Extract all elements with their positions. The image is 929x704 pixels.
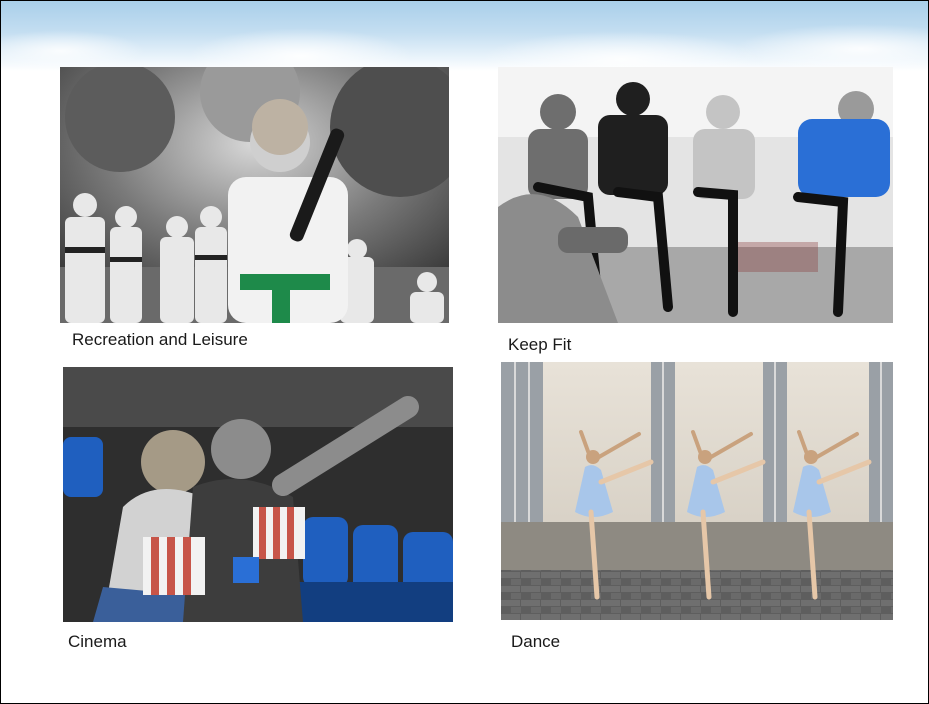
sky-banner	[1, 1, 928, 71]
slide: Recreation and Leisure Keep Fit Cinema D…	[0, 0, 929, 704]
cinema-photo	[63, 367, 453, 622]
caption-cinema: Cinema	[68, 632, 127, 651]
caption-keep-fit: Keep Fit	[508, 335, 572, 354]
keep-fit-photo	[498, 67, 893, 323]
caption-recreation: Recreation and Leisure	[72, 330, 248, 349]
dance-photo	[501, 362, 893, 620]
recreation-photo	[60, 67, 449, 323]
caption-dance: Dance	[511, 632, 561, 651]
